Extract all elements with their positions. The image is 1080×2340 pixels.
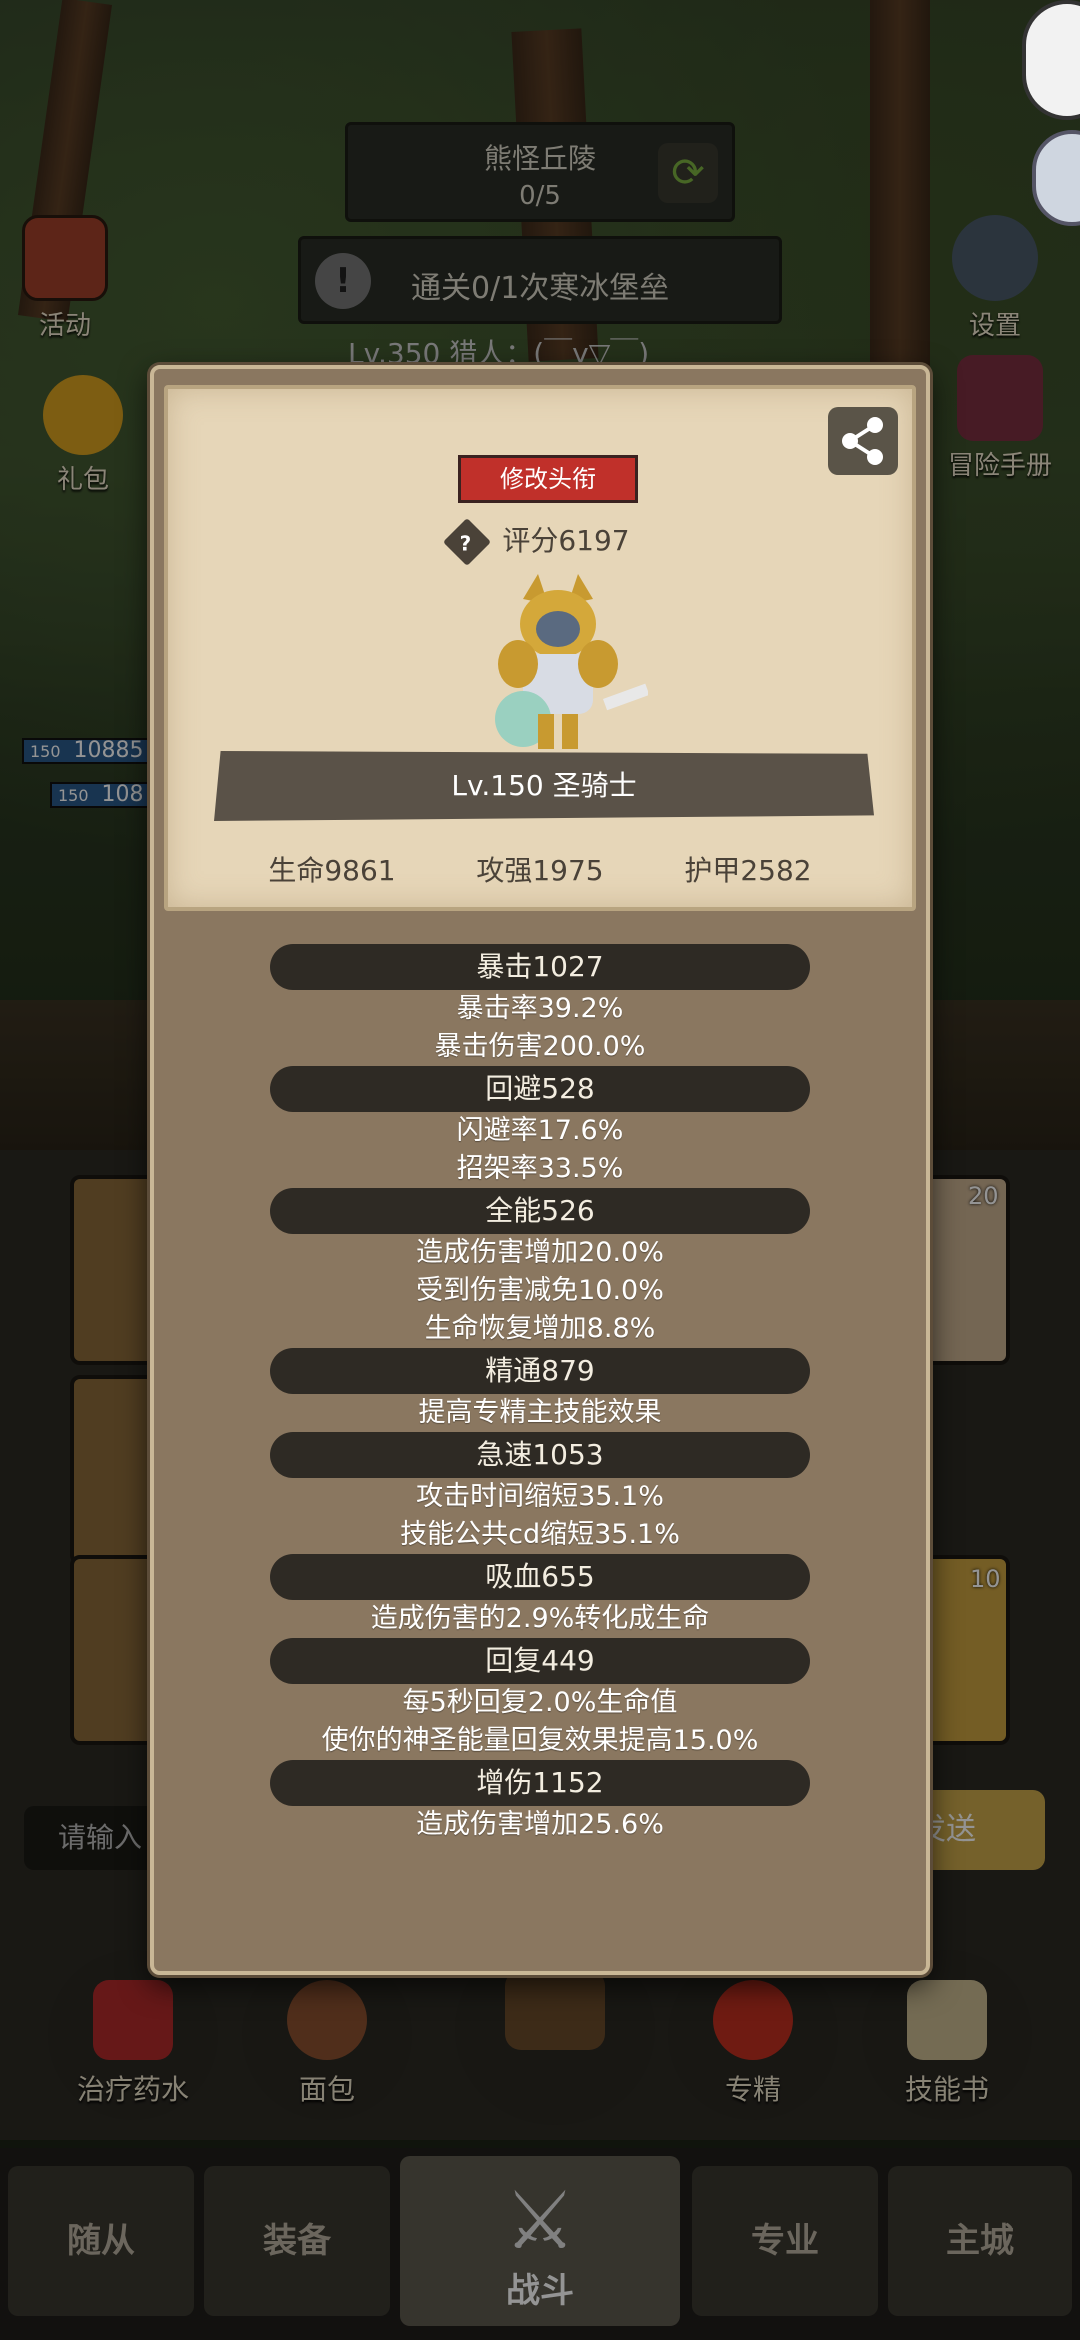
- adventure-manual-button[interactable]: 冒险手册: [935, 355, 1065, 482]
- specialization-icon: [713, 1980, 793, 2060]
- tab-equipment[interactable]: 装备: [204, 2166, 390, 2316]
- stat-detail: 生命恢复增加8.8%: [424, 1313, 656, 1344]
- stat-detail: 暴击伤害200.0%: [434, 1031, 646, 1062]
- share-button[interactable]: [828, 407, 898, 475]
- stat-armor: 护甲2582: [684, 854, 812, 887]
- skill-book-button[interactable]: 技能书: [862, 1950, 1032, 2120]
- stat-header: 增伤1152: [270, 1760, 810, 1806]
- edit-title-button[interactable]: 修改头衔: [458, 455, 638, 503]
- stat-header: 精通879: [270, 1348, 810, 1394]
- score-row: ? 评分6197: [168, 517, 912, 567]
- quest-panel[interactable]: ! 通关0/1次寒冰堡垒: [298, 236, 782, 324]
- skill-book-icon: [907, 1980, 987, 2060]
- slot-count: 20: [968, 1182, 999, 1210]
- score-value: 评分6197: [502, 524, 630, 557]
- bread-button[interactable]: 面包: [242, 1950, 412, 2120]
- refresh-icon[interactable]: ⟳: [658, 143, 718, 203]
- secondary-stats: 暴击1027 暴击率39.2% 暴击伤害200.0% 回避528 闪避率17.6% 招架率…: [154, 944, 926, 1844]
- alert-icon: !: [315, 253, 371, 309]
- stat-detail: 造成伤害增加20.0%: [416, 1237, 664, 1268]
- zone-panel[interactable]: 熊怪丘陵 0/5 ⟳: [345, 122, 735, 222]
- paladin-avatar: [468, 569, 650, 769]
- stat-detail: 使你的神圣能量回复效果提高15.0%: [321, 1725, 759, 1756]
- stat-block: 急速1053 攻击时间缩短35.1% 技能公共cd缩短35.1%: [154, 1432, 926, 1554]
- hero-stats-modal: 修改头衔 ? 评分6197 Lv.150 圣骑士 生命9861 攻强1975 护…: [150, 365, 930, 1975]
- bottom-tab-bar: 随从 装备 ⚔ 战斗 专业 主城: [0, 2148, 1080, 2340]
- stat-detail: 造成伤害的2.9%转化成生命: [370, 1603, 710, 1634]
- chest-icon: [505, 1970, 605, 2050]
- stat-detail: 攻击时间缩短35.1%: [416, 1481, 664, 1512]
- stat-detail: 技能公共cd缩短35.1%: [400, 1519, 680, 1550]
- tab-profession[interactable]: 专业: [692, 2166, 878, 2316]
- activity-button[interactable]: 活动: [10, 215, 120, 342]
- gift-button[interactable]: 礼包: [28, 375, 138, 496]
- gear-icon: [952, 215, 1038, 301]
- stat-block: 暴击1027 暴击率39.2% 暴击伤害200.0%: [154, 944, 926, 1066]
- stat-header: 暴击1027: [270, 944, 810, 990]
- stat-header: 吸血655: [270, 1554, 810, 1600]
- specialization-button[interactable]: 专精: [668, 1950, 838, 2120]
- stat-header: 全能526: [270, 1188, 810, 1234]
- book-icon: [957, 355, 1043, 441]
- share-icon: [842, 417, 883, 465]
- equipment-slot[interactable]: [70, 1555, 160, 1745]
- stat-attack-power: 攻强1975: [476, 854, 604, 887]
- settings-button[interactable]: 设置: [940, 215, 1050, 342]
- stat-detail: 闪避率17.6%: [456, 1115, 624, 1146]
- gift-icon: [43, 375, 123, 455]
- base-stats: 生命9861 攻强1975 护甲2582: [168, 849, 912, 889]
- chat-input[interactable]: 请输入: [24, 1806, 164, 1870]
- stat-detail: 受到伤害减免10.0%: [416, 1275, 664, 1306]
- activity-icon: [22, 215, 108, 301]
- quest-text: 通关0/1次寒冰堡垒: [411, 271, 670, 306]
- hp-bar-2: 150 108: [50, 782, 160, 808]
- crossed-swords-icon: ⚔: [504, 2174, 576, 2267]
- hero-card: 修改头衔 ? 评分6197 Lv.150 圣骑士 生命9861 攻强1975 护…: [164, 385, 916, 911]
- stat-detail: 每5秒回复2.0%生命值: [402, 1687, 678, 1718]
- help-icon[interactable]: ?: [443, 517, 492, 567]
- stat-block: 吸血655 造成伤害的2.9%转化成生命: [154, 1554, 926, 1638]
- hero-name-bar: Lv.150 圣骑士: [214, 751, 874, 821]
- stat-header: 回避528: [270, 1066, 810, 1112]
- stat-block: 全能526 造成伤害增加20.0% 受到伤害减免10.0% 生命恢复增加8.8%: [154, 1188, 926, 1348]
- tab-main-city[interactable]: 主城: [888, 2166, 1072, 2316]
- floating-button[interactable]: [1022, 0, 1080, 120]
- equipment-slot[interactable]: [70, 1375, 160, 1565]
- tab-followers[interactable]: 随从: [8, 2166, 194, 2316]
- stat-block: 回避528 闪避率17.6% 招架率33.5%: [154, 1066, 926, 1188]
- stat-detail: 暴击率39.2%: [456, 993, 624, 1024]
- slot-count: 10: [970, 1565, 1001, 1593]
- healing-potion-button[interactable]: 治疗药水: [48, 1950, 218, 2120]
- stat-block: 增伤1152 造成伤害增加25.6%: [154, 1760, 926, 1844]
- stat-detail: 造成伤害增加25.6%: [416, 1809, 664, 1840]
- stat-health: 生命9861: [268, 854, 396, 887]
- hp-bar-1: 150 10885: [22, 738, 157, 764]
- stat-header: 急速1053: [270, 1432, 810, 1478]
- bread-icon: [287, 1980, 367, 2060]
- stat-block: 精通879 提高专精主技能效果: [154, 1348, 926, 1432]
- stat-detail: 招架率33.5%: [456, 1153, 624, 1184]
- equipment-slot[interactable]: [70, 1175, 160, 1365]
- stat-detail: 提高专精主技能效果: [418, 1397, 662, 1428]
- potion-icon: [93, 1980, 173, 2060]
- stat-block: 回复449 每5秒回复2.0%生命值使你的神圣能量回复效果提高15.0%: [154, 1638, 926, 1760]
- stat-header: 回复449: [270, 1638, 810, 1684]
- tab-battle[interactable]: ⚔ 战斗: [400, 2156, 680, 2326]
